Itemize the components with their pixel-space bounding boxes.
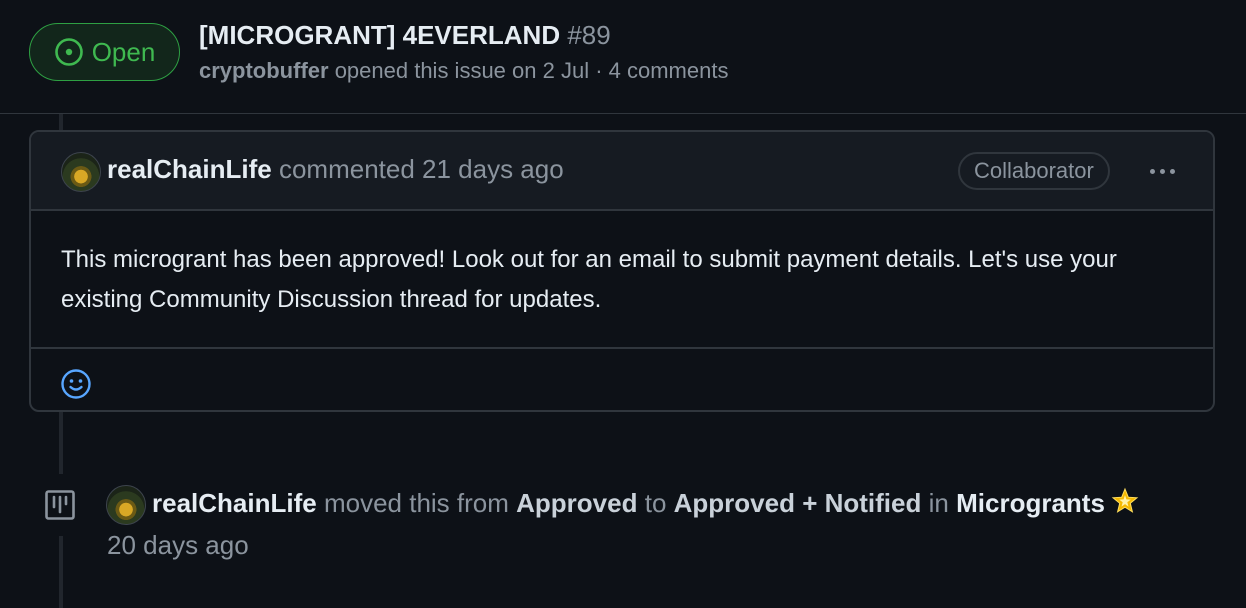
collaborator-badge: Collaborator (958, 152, 1110, 190)
event-in-word: in (928, 488, 949, 518)
kebab-dot (1149, 168, 1155, 174)
issue-number: #89 (567, 20, 611, 50)
event-verb: moved this from (323, 488, 509, 518)
avatar[interactable] (106, 485, 146, 525)
comment-author-line: realChainLife commented 21 days ago (107, 154, 564, 185)
comment-reactions (31, 347, 1213, 410)
avatar[interactable] (61, 152, 101, 192)
event-timestamp[interactable]: 20 days ago (107, 530, 249, 561)
issue-opened-icon (54, 38, 83, 66)
smiley-icon[interactable] (60, 368, 92, 400)
star-emoji-icon (1111, 487, 1139, 513)
comment-author-link[interactable]: realChainLife (107, 154, 272, 184)
issue-state-label: Open (91, 36, 156, 67)
issue-title: [MICROGRANT] 4EVERLAND #89 (199, 20, 611, 51)
event-project-link[interactable]: Microgrants (956, 488, 1105, 518)
issue-title-text: [MICROGRANT] 4EVERLAND (199, 20, 561, 50)
issue-meta: cryptobuffer opened this issue on 2 Jul … (199, 58, 728, 84)
comment-header: realChainLife commented 21 days ago Coll… (31, 132, 1213, 211)
issue-opened-text: opened this issue on 2 Jul · 4 comments (334, 58, 729, 83)
timeline-line (59, 412, 63, 474)
timeline-event: realChainLife moved this from Approved t… (152, 487, 1139, 519)
comment-body: This microgrant has been approved! Look … (61, 246, 1117, 313)
project-icon (44, 489, 76, 521)
timeline-line (59, 114, 63, 130)
event-from-column: Approved (516, 488, 638, 518)
event-to-column: Approved + Notified (673, 488, 922, 518)
issue-header: Open [MICROGRANT] 4EVERLAND #89 cryptobu… (0, 0, 1246, 114)
event-to-word: to (644, 488, 667, 518)
event-actor-link[interactable]: realChainLife (152, 488, 317, 518)
comment-card: realChainLife commented 21 days ago Coll… (29, 130, 1215, 412)
kebab-dot (1159, 168, 1165, 174)
kebab-icon[interactable] (1143, 156, 1181, 186)
timeline-line (59, 536, 63, 608)
comment-timestamp[interactable]: commented 21 days ago (279, 154, 564, 184)
issue-author-link[interactable]: cryptobuffer (199, 58, 329, 83)
kebab-dot (1169, 168, 1175, 174)
issue-state-badge: Open (29, 23, 180, 81)
